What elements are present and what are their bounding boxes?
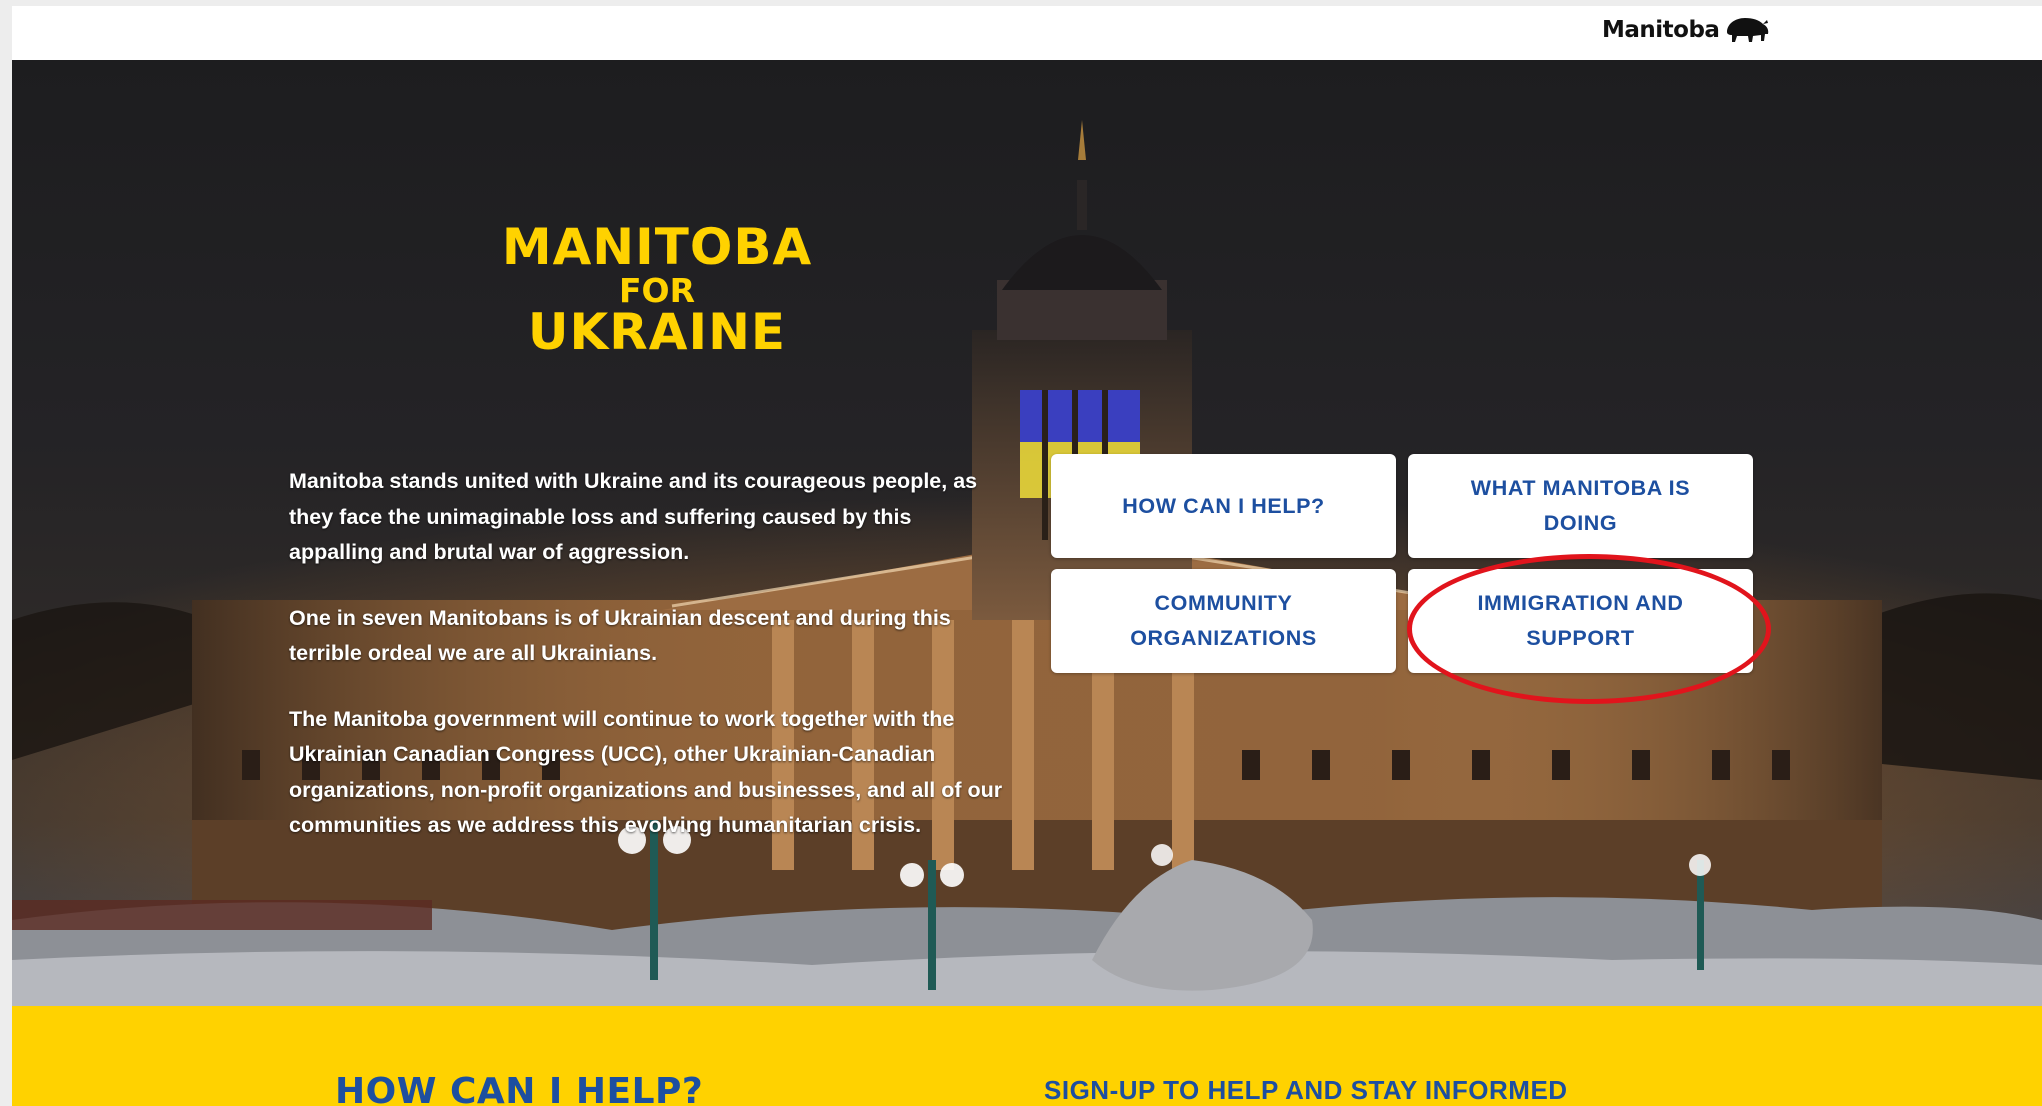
logo-text: Manitoba [1602, 17, 1720, 43]
sign-up-heading: SIGN-UP TO HELP AND STAY INFORMED [1044, 1075, 1568, 1105]
how-can-i-help-heading: HOW CAN I HELP? [335, 1071, 704, 1106]
immigration-and-support-button[interactable]: IMMIGRATION AND SUPPORT [1408, 569, 1753, 673]
intro-paragraph: Manitoba stands united with Ukraine and … [289, 469, 978, 564]
tile-label: COMMUNITY ORGANIZATIONS [1130, 591, 1317, 650]
page-title: MANITOBA FOR UKRAINE [482, 222, 832, 357]
intro-paragraph: One in seven Manitobans is of Ukrainian … [289, 605, 951, 666]
bison-icon [1727, 18, 1769, 42]
tile-label: IMMIGRATION AND SUPPORT [1477, 591, 1684, 650]
top-bar: Manitoba [12, 6, 2042, 60]
tile-label: WHAT MANITOBA IS DOING [1470, 476, 1691, 535]
how-can-i-help-button[interactable]: HOW CAN I HELP? [1051, 454, 1396, 558]
title-line-1: MANITOBA [501, 218, 813, 276]
manitoba-logo-link[interactable]: Manitoba [1602, 14, 1771, 46]
community-organizations-button[interactable]: COMMUNITY ORGANIZATIONS [1051, 569, 1396, 673]
help-section: HOW CAN I HELP? SIGN-UP TO HELP AND STAY… [12, 1006, 2042, 1106]
tile-label: HOW CAN I HELP? [1122, 493, 1325, 518]
title-line-3: UKRAINE [527, 303, 787, 361]
browser-page: Manitoba MANITOBA FOR UKRAINE Manitoba s… [12, 6, 2042, 1106]
what-manitoba-is-doing-button[interactable]: WHAT MANITOBA IS DOING [1408, 454, 1753, 558]
intro-paragraph: The Manitoba government will continue to… [289, 706, 1003, 838]
intro-text: Manitoba stands united with Ukraine and … [289, 464, 1009, 874]
